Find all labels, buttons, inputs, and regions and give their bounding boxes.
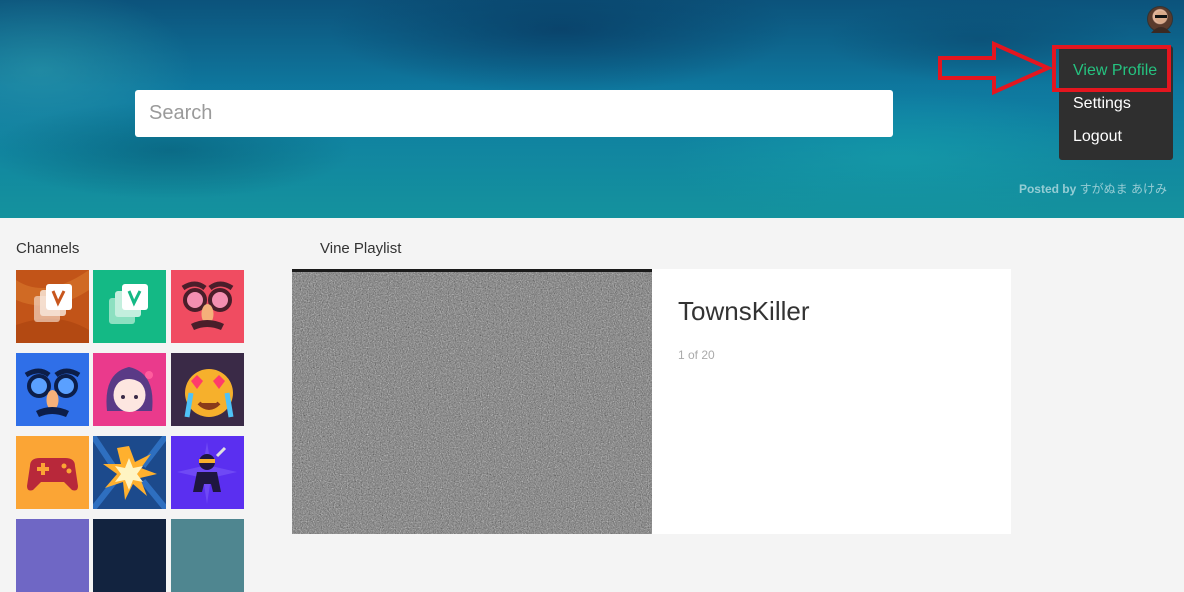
channels-title: Channels xyxy=(16,240,80,257)
pointer-arrow-icon xyxy=(938,40,1053,96)
ninja-icon xyxy=(171,436,244,509)
explosion-icon xyxy=(93,436,166,509)
channel-tile[interactable] xyxy=(93,353,166,426)
posted-by-label: Posted by xyxy=(1018,182,1077,196)
user-avatar-icon[interactable] xyxy=(1147,6,1173,33)
channel-tile[interactable] xyxy=(171,436,244,509)
highlight-box xyxy=(1052,45,1171,92)
channel-tile[interactable] xyxy=(16,353,89,426)
video-player[interactable] xyxy=(292,269,652,534)
posted-by-credit: Posted by すがぬま あけみ xyxy=(1019,180,1167,197)
channel-tile[interactable] xyxy=(171,270,244,343)
channel-tile[interactable] xyxy=(93,519,166,592)
vine-cards-icon xyxy=(16,270,89,343)
channel-tile[interactable] xyxy=(16,270,89,343)
channel-tile[interactable] xyxy=(93,436,166,509)
menu-item-logout[interactable]: Logout xyxy=(1073,128,1122,146)
anime-girl-icon xyxy=(93,353,166,426)
search-input[interactable] xyxy=(135,90,893,137)
channel-tile[interactable] xyxy=(16,519,89,592)
menu-item-settings[interactable]: Settings xyxy=(1073,95,1131,113)
playlist-title: Vine Playlist xyxy=(320,240,402,257)
channel-tile[interactable] xyxy=(93,270,166,343)
vine-cards-icon xyxy=(93,270,166,343)
static-noise-icon xyxy=(292,272,652,534)
channel-tile[interactable] xyxy=(171,353,244,426)
groucho-glasses-icon xyxy=(16,353,89,426)
playlist-position: 1 of 20 xyxy=(678,348,715,362)
channel-tile[interactable] xyxy=(171,519,244,592)
channel-tile[interactable] xyxy=(16,436,89,509)
vine-author[interactable]: TownsKiller xyxy=(678,296,810,327)
heart-eyes-crying-icon xyxy=(171,353,244,426)
gamepad-icon xyxy=(16,436,89,509)
posted-by-name: すがぬま あけみ xyxy=(1079,182,1167,196)
groucho-glasses-icon xyxy=(171,270,244,343)
